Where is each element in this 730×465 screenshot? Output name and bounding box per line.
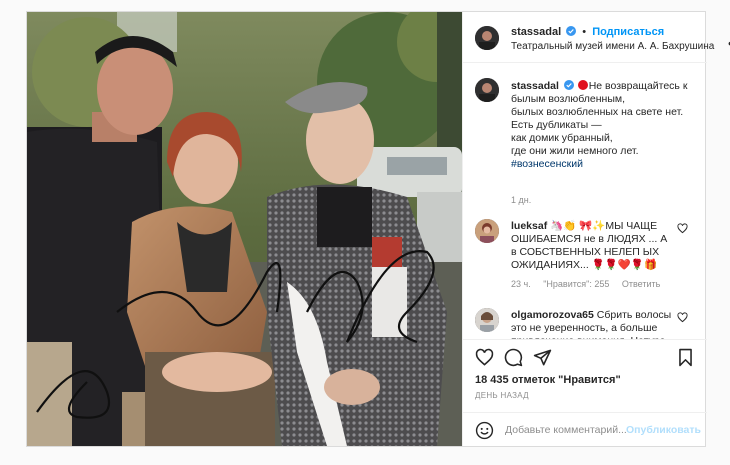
comment-meta: 23 ч. "Нравится": 255 Ответить xyxy=(511,279,670,289)
post-photo[interactable] xyxy=(27,12,462,446)
comment-icon[interactable] xyxy=(504,348,523,367)
comment-heart-icon[interactable] xyxy=(677,223,688,234)
author-avatar[interactable] xyxy=(475,26,499,50)
comment-time[interactable]: 23 ч. xyxy=(511,279,531,289)
comment-reply-button[interactable]: Ответить xyxy=(622,279,660,289)
heart-icon[interactable] xyxy=(475,348,494,367)
separator-dot: • xyxy=(582,26,587,38)
author-username[interactable]: stassadal xyxy=(511,26,561,38)
follow-button[interactable]: Подписаться xyxy=(592,26,664,38)
comment-likes[interactable]: "Нравится": 255 xyxy=(543,279,609,289)
post-header: stassadal • Подписаться Театральный музе… xyxy=(463,12,730,63)
commenter-avatar[interactable] xyxy=(475,219,499,243)
smiley-icon[interactable] xyxy=(475,421,494,440)
likes-count[interactable]: 18 435 отметок "Нравится" xyxy=(475,374,621,386)
bookmark-icon[interactable] xyxy=(676,348,695,367)
comment-input[interactable] xyxy=(505,420,627,440)
comment-username[interactable]: olgamorozova65 xyxy=(511,309,594,321)
verified-badge-icon xyxy=(563,80,574,90)
verified-badge-icon xyxy=(566,26,577,36)
comment-body: lueksaf 🦄👏 🎀✨МЫ ЧАЩЕ ОШИБАЕМСЯ не в ЛЮДЯ… xyxy=(511,220,673,272)
author-line: stassadal • Подписаться xyxy=(511,26,664,38)
caption-avatar[interactable] xyxy=(475,78,499,102)
commenter-avatar[interactable] xyxy=(475,308,499,332)
comments-list[interactable]: stassadal Не возвращайтесь к былым возлю… xyxy=(463,64,707,339)
comment-body: olgamorozova65 Сбрить волосы это не увер… xyxy=(511,309,673,339)
add-comment-bar: Опубликовать xyxy=(463,412,707,446)
caption-hashtag[interactable]: #вознесенский xyxy=(511,158,583,170)
caption-body: stassadal Не возвращайтесь к былым возлю… xyxy=(511,80,699,171)
post-photo-image xyxy=(27,12,462,446)
comment-username[interactable]: lueksaf xyxy=(511,220,547,232)
post-location[interactable]: Театральный музей имени А. А. Бахрушина xyxy=(511,41,714,52)
comment-heart-icon[interactable] xyxy=(677,312,688,323)
caption-time[interactable]: 1 дн. xyxy=(511,195,531,205)
caption-username[interactable]: stassadal xyxy=(511,80,559,92)
post-actions: 18 435 отметок "Нравится" ДЕНЬ НАЗАД xyxy=(463,339,707,416)
send-icon[interactable] xyxy=(533,348,552,367)
instagram-post: stassadal • Подписаться Театральный музе… xyxy=(26,11,730,447)
post-date[interactable]: ДЕНЬ НАЗАД xyxy=(475,391,529,400)
publish-button[interactable]: Опубликовать xyxy=(626,424,701,436)
red-circle-emoji-icon xyxy=(577,80,588,90)
post-side-panel: stassadal • Подписаться Театральный музе… xyxy=(462,12,730,446)
